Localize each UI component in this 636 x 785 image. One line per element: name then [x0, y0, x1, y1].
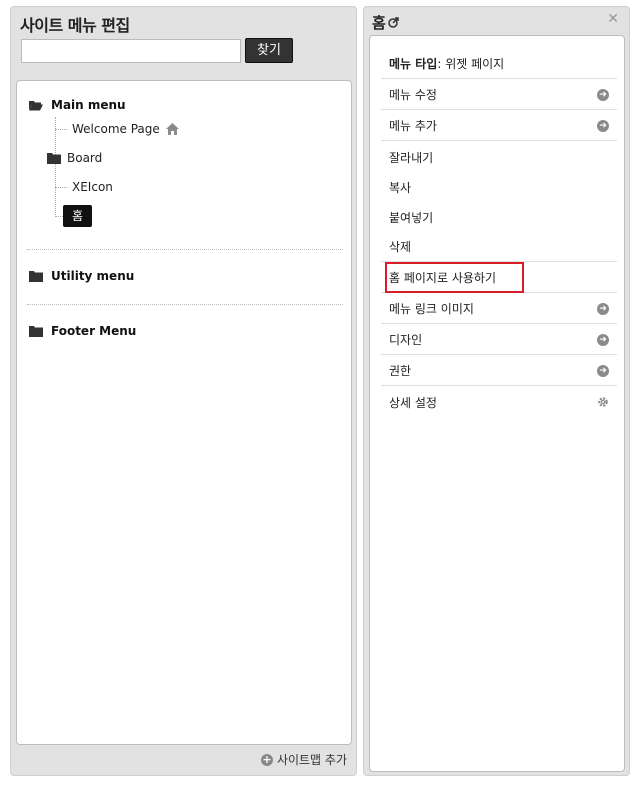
action-cut[interactable]: 잘라내기 [381, 142, 617, 172]
menu-actions-list: 메뉴 타입: 위젯 페이지 메뉴 수정 ➜ 메뉴 추가 ➜ 잘라내기 복사 붙여… [369, 35, 625, 772]
tree-item-xeicon[interactable]: XEIcon [72, 180, 113, 194]
tree-connector [55, 129, 67, 130]
tree-item-welcome-page[interactable]: Welcome Page [72, 122, 179, 136]
gear-icon [598, 397, 608, 407]
action-label: 붙여넣기 [389, 210, 434, 225]
action-label: 메뉴 수정 [389, 88, 437, 102]
site-menu-editor-panel: 사이트 메뉴 편집 찾기 Main menu Welcome Page Boar… [10, 6, 357, 776]
action-label: 디자인 [389, 333, 423, 347]
action-delete[interactable]: 삭제 [381, 232, 617, 262]
action-paste[interactable]: 붙여넣기 [381, 202, 617, 232]
action-label: 복사 [389, 180, 412, 195]
tree-item-label: Board [67, 151, 103, 165]
tree-connector [55, 117, 56, 217]
add-sitemap-link[interactable]: + 사이트맵 추가 [260, 751, 347, 768]
panel-title-text: 홈 [372, 14, 386, 32]
menu-type-text: 메뉴 타입: 위젯 페이지 [389, 55, 504, 72]
menu-group-label: Footer Menu [51, 324, 137, 338]
tree-connector [55, 216, 63, 217]
tree-item-label: Welcome Page [72, 122, 160, 136]
arrow-right-circle-icon: ➜ [597, 333, 609, 346]
menu-group-main[interactable]: Main menu [29, 98, 126, 112]
close-icon[interactable]: ✕ [607, 11, 619, 27]
action-menu-link-image[interactable]: 메뉴 링크 이미지 ➜ [381, 294, 617, 324]
menu-group-label: Utility menu [51, 269, 135, 283]
divider [27, 304, 343, 305]
tree-item-home-selected[interactable]: 홈 [63, 205, 92, 227]
menu-tree: Main menu Welcome Page Board XEIcon 홈 Ut… [16, 80, 352, 745]
menu-group-footer[interactable]: Footer Menu [29, 324, 136, 338]
action-label: 메뉴 추가 [389, 119, 437, 133]
action-permissions[interactable]: 권한 ➜ [381, 356, 617, 386]
action-label: 권한 [389, 364, 412, 378]
arrow-right-circle-icon: ➜ [597, 302, 609, 315]
action-label: 홈 페이지로 사용하기 [389, 271, 496, 285]
folder-open-icon [29, 100, 43, 110]
external-link-icon[interactable] [388, 17, 399, 28]
tree-connector [55, 187, 67, 188]
search-input[interactable] [21, 39, 241, 63]
action-edit-menu[interactable]: 메뉴 수정 ➜ [381, 80, 617, 110]
menu-group-utility[interactable]: Utility menu [29, 269, 134, 283]
arrow-right-circle-icon: ➜ [597, 119, 609, 132]
action-design[interactable]: 디자인 ➜ [381, 325, 617, 355]
folder-icon [29, 270, 43, 282]
panel-title: 사이트 메뉴 편집 [20, 16, 130, 35]
action-label: 잘라내기 [389, 150, 434, 165]
menu-item-detail-panel: 홈 ✕ 메뉴 타입: 위젯 페이지 메뉴 수정 ➜ 메뉴 추가 ➜ 잘라내기 복… [363, 6, 630, 776]
action-copy[interactable]: 복사 [381, 172, 617, 202]
add-sitemap-label: 사이트맵 추가 [276, 753, 347, 767]
divider [27, 249, 343, 250]
panel-title: 홈 [372, 12, 399, 33]
menu-type-value: : 위젯 페이지 [437, 57, 505, 71]
search-button[interactable]: 찾기 [245, 38, 293, 63]
action-add-menu[interactable]: 메뉴 추가 ➜ [381, 111, 617, 141]
menu-type-row: 메뉴 타입: 위젯 페이지 [381, 49, 617, 79]
home-icon [165, 123, 179, 135]
action-label: 메뉴 링크 이미지 [389, 302, 474, 316]
menu-type-label: 메뉴 타입 [389, 57, 438, 71]
folder-icon [47, 152, 61, 164]
menu-group-label: Main menu [51, 98, 126, 112]
action-label: 상세 설정 [389, 395, 437, 410]
folder-icon [29, 325, 43, 337]
action-advanced-settings[interactable]: 상세 설정 [381, 387, 617, 417]
action-label: 삭제 [389, 240, 412, 254]
arrow-right-circle-icon: ➜ [597, 364, 609, 377]
tree-item-label: XEIcon [72, 180, 113, 194]
arrow-right-circle-icon: ➜ [597, 88, 609, 101]
tree-item-board[interactable]: Board [47, 151, 102, 165]
plus-circle-icon: + [260, 752, 273, 766]
action-use-as-home[interactable]: 홈 페이지로 사용하기 [381, 263, 617, 293]
